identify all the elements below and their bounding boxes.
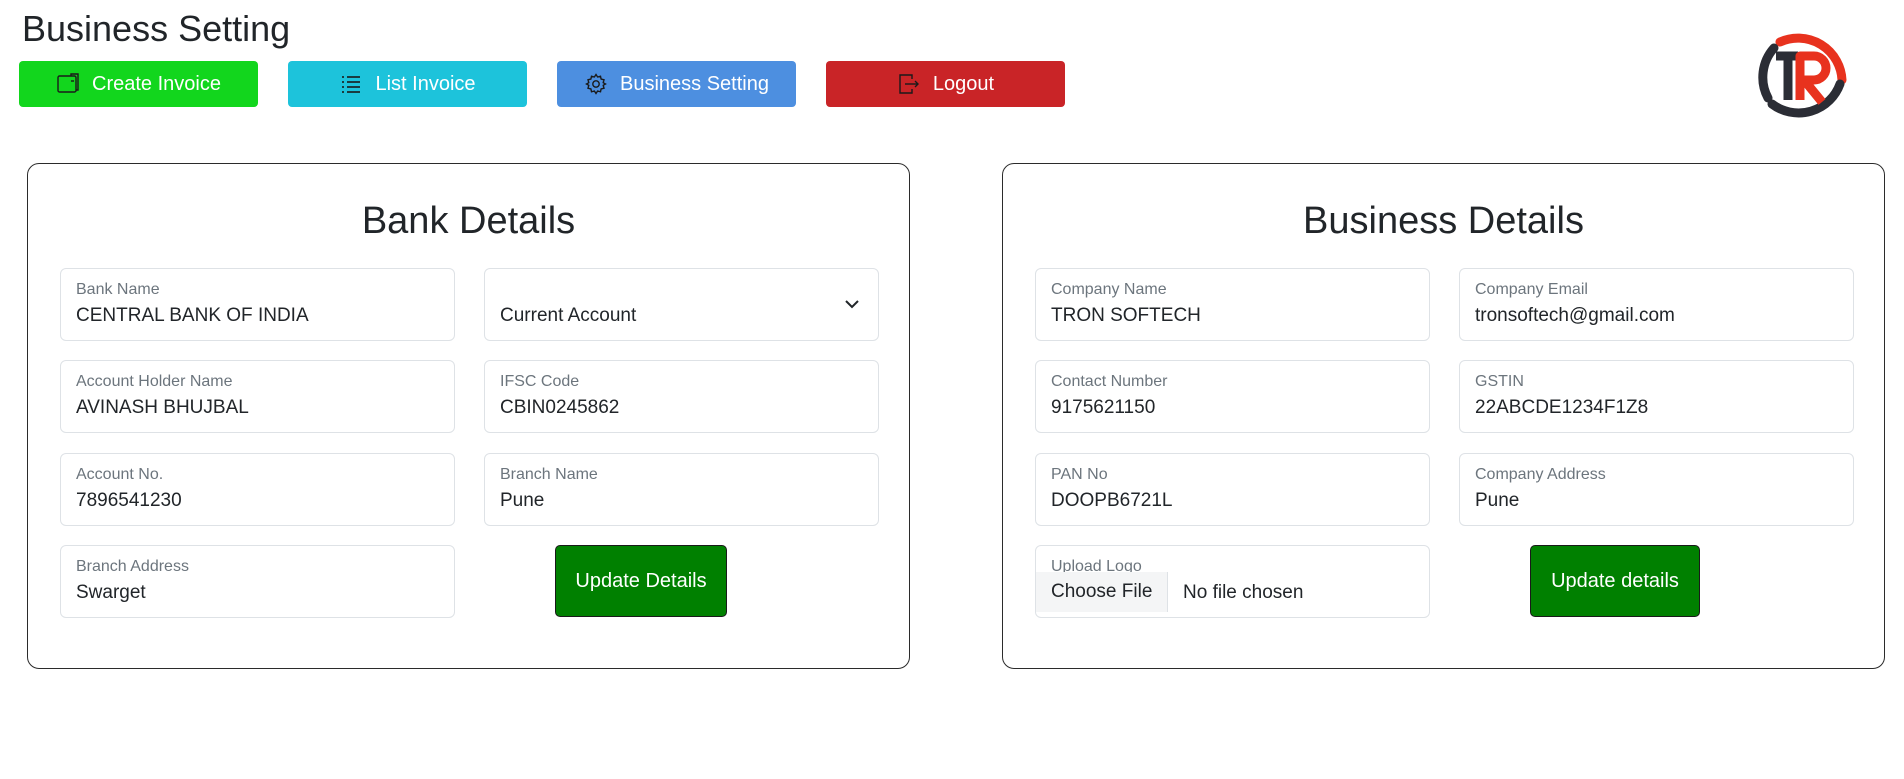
bank-details-card: Bank Details Bank Name CENTRAL BANK OF I… [27,163,910,669]
bank-name-label: Bank Name [76,281,160,298]
logout-button[interactable]: Logout [826,61,1065,107]
list-invoice-label: List Invoice [375,72,476,95]
choose-file-button[interactable]: Choose File [1036,572,1169,612]
bank-name-field[interactable]: Bank Name CENTRAL BANK OF INDIA [60,268,455,341]
company-address-field[interactable]: Company Address Pune [1459,453,1854,526]
ifsc-code-field[interactable]: IFSC Code CBIN0245862 [484,360,879,433]
logout-label: Logout [932,72,995,95]
branch-name-field[interactable]: Branch Name Pune [484,453,879,526]
logout-icon [899,74,919,94]
pan-number-value: DOOPB6721L [1051,490,1173,511]
account-holder-name-value: AVINASH BHUJBAL [76,397,249,418]
branch-address-label: Branch Address [76,558,189,575]
company-email-label: Company Email [1475,281,1588,298]
bank-details-title: Bank Details [361,200,576,242]
upload-logo-field: Upload Logo Choose File No file chosen [1035,545,1430,618]
business-setting-button[interactable]: Business Setting [557,61,796,107]
account-number-field[interactable]: Account No. 7896541230 [60,453,455,526]
gstin-field[interactable]: GSTIN 22ABCDE1234F1Z8 [1459,360,1854,433]
business-setting-label: Business Setting [620,72,769,95]
contact-number-value: 9175621150 [1051,397,1156,418]
contact-number-label: Contact Number [1051,373,1168,390]
company-logo [1758,33,1847,118]
pan-number-label: PAN No [1051,466,1108,483]
list-icon [342,76,361,93]
update-bank-details-button[interactable]: Update Details [555,545,727,617]
file-status-text: No file chosen [1183,582,1304,603]
gear-icon [585,73,607,95]
create-invoice-button[interactable]: Create Invoice [19,61,258,107]
gstin-label: GSTIN [1475,373,1524,390]
contact-number-field[interactable]: Contact Number 9175621150 [1035,360,1430,433]
pan-number-field[interactable]: PAN No DOOPB6721L [1035,453,1430,526]
branch-name-label: Branch Name [500,466,598,483]
company-name-field[interactable]: Company Name TRON SOFTECH [1035,268,1430,341]
company-address-label: Company Address [1475,466,1606,483]
account-holder-name-label: Account Holder Name [76,373,233,390]
list-invoice-button[interactable]: List Invoice [288,61,527,107]
gstin-value: 22ABCDE1234F1Z8 [1475,397,1649,418]
company-address-value: Pune [1475,490,1520,511]
company-email-value: tronsoftech@gmail.com [1475,305,1675,326]
company-email-field[interactable]: Company Email tronsoftech@gmail.com [1459,268,1854,341]
update-business-details-button[interactable]: Update details [1530,545,1700,617]
create-invoice-label: Create Invoice [92,72,221,95]
account-type-select[interactable]: Current Account [484,268,879,341]
account-holder-name-field[interactable]: Account Holder Name AVINASH BHUJBAL [60,360,455,433]
ifsc-code-value: CBIN0245862 [500,397,620,418]
branch-address-value: Swarget [76,582,146,603]
ifsc-code-label: IFSC Code [500,373,580,390]
branch-address-field[interactable]: Branch Address Swarget [60,545,455,618]
business-details-card: Business Details Company Name TRON SOFTE… [1002,163,1885,669]
invoice-icon [57,73,79,93]
company-name-value: TRON SOFTECH [1051,305,1201,326]
account-number-label: Account No. [76,466,164,483]
account-type-value: Current Account [500,305,637,326]
account-number-value: 7896541230 [76,490,182,511]
branch-name-value: Pune [500,490,545,511]
page-title: Business Setting [22,8,291,49]
bank-name-value: CENTRAL BANK OF INDIA [76,305,309,326]
business-details-title: Business Details [1303,200,1584,242]
chevron-down-icon [845,300,859,309]
company-name-label: Company Name [1051,281,1167,298]
